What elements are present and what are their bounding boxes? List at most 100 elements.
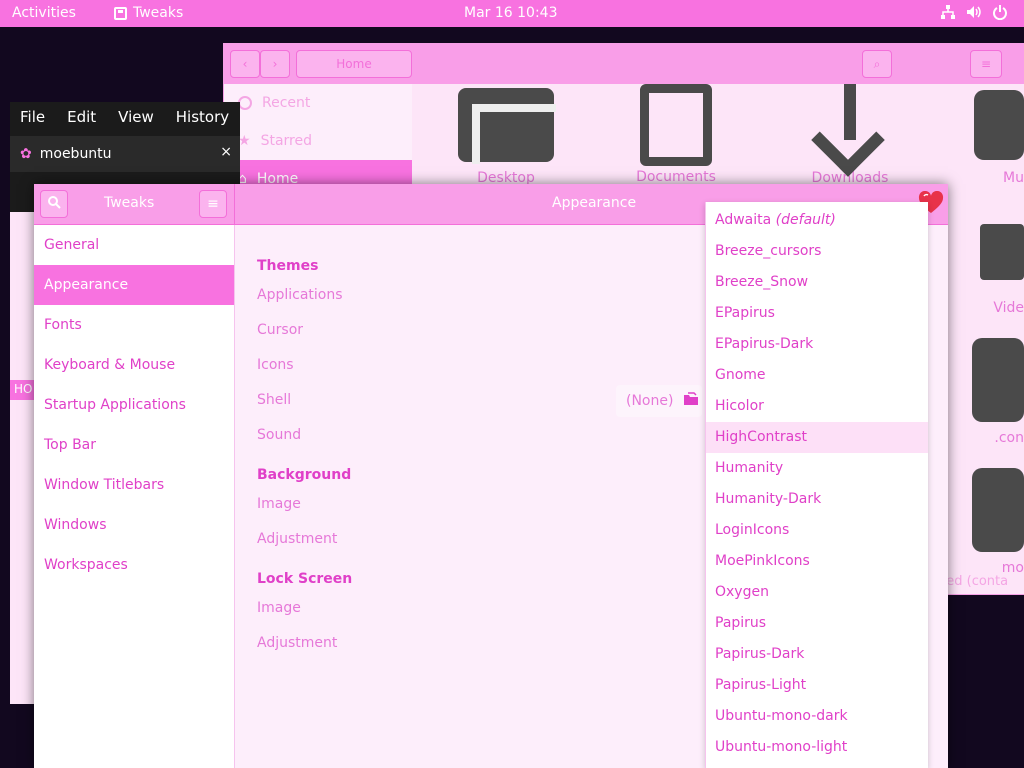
dropdown-option[interactable]: Adwaita (default)	[706, 202, 928, 236]
dropdown-option[interactable]: Humanity-Dark	[706, 484, 928, 515]
folder-icon	[458, 88, 556, 164]
document-icon	[640, 84, 712, 166]
sidebar-item-startup-applications[interactable]: Startup Applications	[34, 385, 234, 425]
file-item-documents[interactable]: Documents	[616, 84, 736, 185]
tweaks-search-button[interactable]	[40, 190, 68, 218]
music-icon	[974, 90, 1024, 160]
forward-button[interactable]: ›	[260, 50, 290, 78]
dropdown-option[interactable]: Papirus-Light	[706, 670, 928, 701]
dropdown-option[interactable]: Breeze_cursors	[706, 236, 928, 267]
tweaks-menu-button[interactable]: ≡	[199, 190, 227, 218]
row-background-image[interactable]: Image	[257, 496, 301, 512]
row-background-adjustment[interactable]: Adjustment	[257, 531, 337, 547]
search-icon	[47, 195, 61, 213]
option-label: Adwaita	[715, 212, 772, 228]
video-icon	[980, 224, 1024, 280]
dropdown-option[interactable]: HighContrast	[706, 422, 928, 453]
dropdown-option[interactable]: Papirus	[706, 608, 928, 639]
close-tab-icon[interactable]: ×	[220, 144, 232, 160]
section-lock-screen: Lock Screen	[257, 571, 353, 587]
dropdown-option[interactable]: Ubuntu-mono-light	[706, 732, 928, 763]
volume-icon	[966, 4, 982, 24]
folder-icon	[972, 338, 1024, 422]
row-cursor[interactable]: Cursor	[257, 322, 303, 338]
row-lock-adjustment[interactable]: Adjustment	[257, 635, 337, 651]
dropdown-option[interactable]: Gnome	[706, 360, 928, 391]
file-chooser-icon	[683, 392, 699, 410]
location-label: Home	[336, 57, 372, 71]
network-icon	[940, 4, 956, 24]
menu-view[interactable]: View	[108, 108, 166, 126]
row-shell[interactable]: Shell	[257, 392, 291, 408]
dropdown-option[interactable]: Papirus-Dark	[706, 639, 928, 670]
row-icons[interactable]: Icons	[257, 357, 294, 373]
file-item-desktop[interactable]: Desktop	[446, 88, 566, 186]
row-sound[interactable]: Sound	[257, 427, 301, 443]
sidebar-item-workspaces[interactable]: Workspaces	[34, 545, 234, 585]
row-applications[interactable]: Applications	[257, 287, 343, 303]
terminal-tab[interactable]: ✿ moebuntu ×	[10, 132, 240, 172]
ubuntu-icon: ✿	[20, 146, 32, 162]
files-sidebar-starred[interactable]: ★ Starred	[224, 122, 412, 160]
back-button[interactable]: ‹	[230, 50, 260, 78]
dropdown-option[interactable]: EPapirus	[706, 298, 928, 329]
files-search-button[interactable]: ⌕	[862, 50, 892, 78]
dropdown-option[interactable]: Hicolor	[706, 391, 928, 422]
file-label: Documents	[636, 169, 716, 185]
sidebar-item-appearance[interactable]: Appearance	[34, 265, 234, 305]
file-label-videos[interactable]: Vide	[964, 300, 1024, 316]
chevron-right-icon: ›	[272, 57, 278, 71]
dropdown-option[interactable]: EPapirus-Dark	[706, 329, 928, 360]
dropdown-option[interactable]: Ubuntu-mono-dark	[706, 701, 928, 732]
tweaks-sidebar: General Appearance Fonts Keyboard & Mous…	[34, 225, 235, 768]
sidebar-item-fonts[interactable]: Fonts	[34, 305, 234, 345]
sidebar-item-keyboard-mouse[interactable]: Keyboard & Mouse	[34, 345, 234, 385]
view-button[interactable]: ≡	[970, 50, 1002, 78]
terminal-menubar: File Edit View History	[10, 102, 240, 132]
activities-button[interactable]: Activities	[12, 5, 76, 21]
sidebar-item-windows[interactable]: Windows	[34, 505, 234, 545]
file-label-music[interactable]: Mu	[954, 170, 1024, 186]
file-item-downloads[interactable]: Downloads	[790, 84, 910, 186]
system-menu[interactable]	[940, 4, 1008, 24]
dropdown-option[interactable]: Oxygen	[706, 577, 928, 608]
folder-icon	[972, 468, 1024, 552]
sidebar-item-general[interactable]: General	[34, 225, 234, 265]
dropdown-option[interactable]: MoePinkIcons	[706, 546, 928, 577]
chevron-left-icon: ‹	[242, 57, 248, 71]
tweaks-sidebar-header: Tweaks ≡	[34, 184, 235, 225]
list-view-icon: ≡	[980, 57, 992, 71]
sidebar-label: Recent	[262, 95, 311, 111]
sidebar-label: Starred	[260, 133, 312, 149]
tab-title: moebuntu	[39, 146, 112, 162]
menu-edit[interactable]: Edit	[57, 108, 108, 126]
option-default-suffix: (default)	[775, 212, 836, 228]
menu-history[interactable]: History	[166, 108, 241, 126]
section-themes: Themes	[257, 258, 319, 274]
app-menu-label: Tweaks	[133, 5, 184, 21]
location-button[interactable]: Home	[296, 50, 412, 78]
shell-theme-button[interactable]: (None)	[616, 385, 702, 417]
tweaks-app-icon	[114, 6, 127, 20]
files-headerbar: ‹ › Home ⌕ ≡	[224, 44, 1024, 84]
menu-file[interactable]: File	[10, 108, 57, 126]
search-icon: ⌕	[873, 56, 881, 71]
download-icon	[810, 84, 890, 164]
power-icon	[992, 4, 1008, 24]
top-bar: Activities Tweaks Mar 16 10:43	[0, 0, 1024, 27]
tweaks-title: Tweaks	[104, 195, 155, 211]
file-label-config[interactable]: .con	[964, 430, 1024, 446]
hamburger-icon: ≡	[207, 196, 219, 212]
clock[interactable]: Mar 16 10:43	[464, 5, 557, 21]
icon-theme-dropdown: Adwaita (default) Breeze_cursors Breeze_S…	[705, 202, 928, 768]
section-background: Background	[257, 467, 352, 483]
row-lock-image[interactable]: Image	[257, 600, 301, 616]
dropdown-option[interactable]: LoginIcons	[706, 515, 928, 546]
dropdown-option[interactable]: Breeze_Snow	[706, 267, 928, 298]
dropdown-option[interactable]: Humanity	[706, 453, 928, 484]
sidebar-item-window-titlebars[interactable]: Window Titlebars	[34, 465, 234, 505]
sidebar-item-top-bar[interactable]: Top Bar	[34, 425, 234, 465]
shell-theme-value: (None)	[626, 393, 674, 409]
files-sidebar-recent[interactable]: Recent	[224, 84, 412, 122]
app-menu[interactable]: Tweaks	[114, 5, 183, 21]
